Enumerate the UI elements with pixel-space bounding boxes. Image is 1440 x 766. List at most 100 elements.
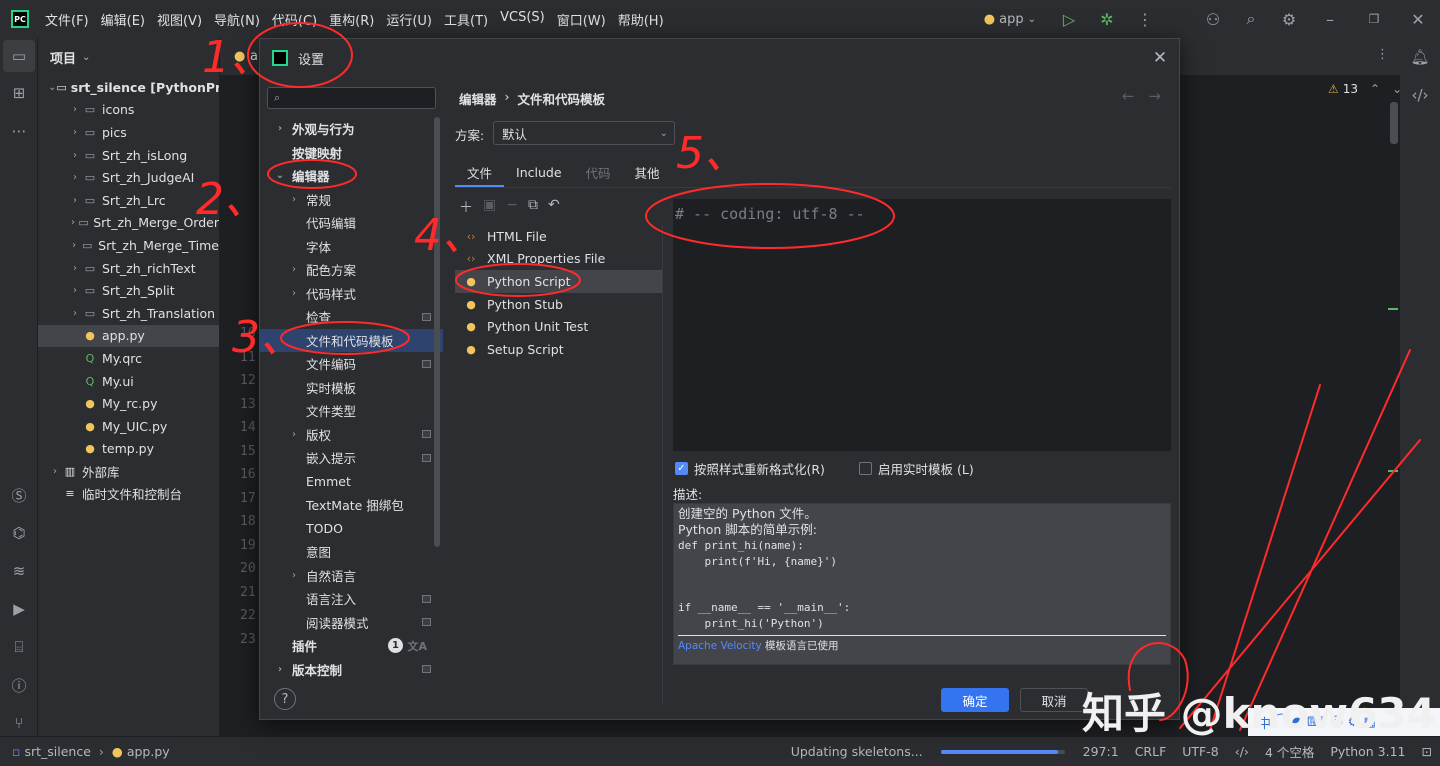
terminal-icon[interactable]: ⌸: [0, 628, 38, 666]
template-item[interactable]: ● Python Unit Test: [455, 315, 662, 338]
tree-item[interactable]: › ▭ Srt_zh_Split: [38, 279, 219, 302]
python-console-icon[interactable]: ⌬: [0, 514, 38, 552]
forward-arrow-icon[interactable]: →: [1148, 87, 1161, 105]
indent-setting[interactable]: 4 个空格: [1265, 742, 1314, 761]
settings-nav-item[interactable]: › 自然语言: [260, 564, 443, 588]
template-tab[interactable]: 文件: [455, 159, 505, 187]
settings-nav-item[interactable]: 按键映射: [260, 141, 443, 165]
services-icon[interactable]: ▶: [0, 590, 38, 628]
tree-root[interactable]: ⌄ ▭ srt_silence [PythonPr: [38, 76, 219, 99]
tree-item[interactable]: › ▭ Srt_zh_Merge_Order: [38, 212, 219, 235]
add-icon[interactable]: ＋: [459, 197, 473, 217]
menu-item[interactable]: 工具(T): [444, 10, 488, 29]
settings-nav-item[interactable]: › 版本控制: [260, 658, 443, 682]
tree-item[interactable]: › ▭ Srt_zh_Merge_Time: [38, 234, 219, 257]
menu-item[interactable]: 代码(C): [272, 10, 317, 29]
debug-icon[interactable]: ✲: [1088, 0, 1126, 38]
template-item[interactable]: ‹› XML Properties File: [455, 248, 662, 271]
run-icon[interactable]: ▷: [1050, 0, 1088, 38]
scheme-select[interactable]: 默认 ⌄: [493, 121, 675, 145]
pycharm-logo-icon[interactable]: PC: [11, 10, 29, 28]
editor-scrollbar[interactable]: [1390, 102, 1398, 144]
restore-icon[interactable]: ❐: [1352, 0, 1396, 38]
line-separator[interactable]: CRLF: [1135, 744, 1167, 759]
close-icon[interactable]: ✕: [1147, 45, 1173, 71]
menu-item[interactable]: 导航(N): [214, 10, 260, 29]
tree-item[interactable]: ● My_rc.py: [38, 392, 219, 415]
menu-item[interactable]: VCS(S): [500, 10, 545, 29]
reformat-checkbox[interactable]: ✓: [675, 462, 688, 475]
python-interpreter[interactable]: Python 3.11: [1330, 744, 1405, 759]
settings-nav-item[interactable]: 实时模板: [260, 376, 443, 400]
tree-scratches[interactable]: ≡ 临时文件和控制台: [38, 483, 219, 506]
velocity-link[interactable]: Apache Velocity: [678, 640, 762, 652]
file-encoding[interactable]: UTF-8: [1182, 744, 1218, 759]
settings-nav-item[interactable]: 检查: [260, 305, 443, 329]
settings-search-input[interactable]: ⌕: [267, 87, 436, 109]
tree-item[interactable]: Q My.ui: [38, 370, 219, 393]
tree-item[interactable]: ● temp.py: [38, 438, 219, 461]
cancel-button[interactable]: 取消: [1020, 688, 1088, 712]
tree-item[interactable]: › ▭ Srt_zh_Lrc: [38, 189, 219, 212]
menu-item[interactable]: 窗口(W): [557, 10, 606, 29]
menu-item[interactable]: 重构(R): [329, 10, 374, 29]
reset-icon[interactable]: ↶: [548, 197, 560, 217]
settings-nav-item[interactable]: 文件和代码模板: [260, 328, 443, 352]
settings-nav-item[interactable]: 插件 1 文A: [260, 634, 443, 658]
settings-nav-item[interactable]: › 外观与行为: [260, 117, 443, 141]
notifications-icon[interactable]: 🔔︎: [1400, 38, 1440, 76]
settings-nav-item[interactable]: › 代码样式: [260, 282, 443, 306]
gear-icon[interactable]: ⚙: [1270, 0, 1308, 38]
caret-position[interactable]: 297:1: [1083, 744, 1119, 759]
tab-options-icon[interactable]: ⋮: [1376, 47, 1389, 62]
live-template-checkbox[interactable]: [859, 462, 872, 475]
tree-item[interactable]: › ▭ pics: [38, 121, 219, 144]
layers-icon[interactable]: ≋: [0, 552, 38, 590]
chevron-up-icon[interactable]: ⌃: [1370, 82, 1380, 96]
settings-nav-item[interactable]: 阅读器模式: [260, 611, 443, 635]
settings-nav-item[interactable]: 文件类型: [260, 399, 443, 423]
tree-item[interactable]: › ▭ Srt_zh_JudgeAI: [38, 166, 219, 189]
search-icon[interactable]: ⌕: [1232, 0, 1270, 38]
help-button[interactable]: ?: [274, 688, 296, 710]
settings-nav-item[interactable]: 语言注入: [260, 587, 443, 611]
template-item[interactable]: ‹› HTML File: [455, 225, 662, 248]
more-tools-icon[interactable]: ⋯: [0, 112, 38, 150]
structure-icon[interactable]: ⊞: [0, 74, 38, 112]
settings-nav-item[interactable]: ⌄ 编辑器: [260, 164, 443, 188]
template-tab[interactable]: Include: [504, 159, 574, 185]
settings-nav-item[interactable]: › 版权: [260, 423, 443, 447]
template-item[interactable]: ● Setup Script: [455, 338, 662, 361]
settings-nav-item[interactable]: › 配色方案: [260, 258, 443, 282]
menu-item[interactable]: 帮助(H): [618, 10, 664, 29]
back-arrow-icon[interactable]: ←: [1122, 87, 1135, 105]
tree-item[interactable]: › ▭ icons: [38, 99, 219, 122]
status-breadcrumb-project[interactable]: ▫ srt_silence: [12, 744, 91, 759]
project-folder-icon[interactable]: ▭: [3, 40, 35, 72]
tree-item[interactable]: ● My_UIC.py: [38, 415, 219, 438]
settings-nav-item[interactable]: 嵌入提示: [260, 446, 443, 470]
settings-nav-item[interactable]: TODO: [260, 517, 443, 541]
settings-nav-item[interactable]: 意图: [260, 540, 443, 564]
settings-nav-item[interactable]: 文件编码: [260, 352, 443, 376]
settings-nav-item[interactable]: 字体: [260, 235, 443, 259]
menu-item[interactable]: 编辑(E): [101, 10, 145, 29]
project-header[interactable]: 项目 ⌄: [38, 38, 219, 76]
status-breadcrumb-file[interactable]: ● app.py: [112, 744, 170, 759]
template-item[interactable]: ● Python Stub: [455, 293, 662, 316]
settings-nav-item[interactable]: 代码编辑: [260, 211, 443, 235]
more-actions-icon[interactable]: ⋮: [1126, 0, 1164, 38]
problems-icon[interactable]: ⓘ: [0, 666, 38, 704]
inspection-widget[interactable]: ⚠ 13 ⌃ ⌄: [1328, 82, 1402, 96]
lock-icon[interactable]: ⊡: [1422, 744, 1432, 759]
tree-item[interactable]: › ▭ Srt_zh_isLong: [38, 144, 219, 167]
editor-tab-label[interactable]: a: [250, 49, 258, 64]
settings-nav-item[interactable]: › 常规: [260, 188, 443, 212]
background-task-label[interactable]: Updating skeletons...: [791, 744, 923, 759]
template-tab[interactable]: 其他: [623, 159, 672, 185]
tree-item[interactable]: Q My.qrc: [38, 347, 219, 370]
tree-external-libs[interactable]: › ▥ 外部库: [38, 460, 219, 483]
ok-button[interactable]: 确定: [941, 688, 1009, 712]
menu-item[interactable]: 文件(F): [45, 10, 89, 29]
tree-item[interactable]: › ▭ Srt_zh_Translation: [38, 302, 219, 325]
